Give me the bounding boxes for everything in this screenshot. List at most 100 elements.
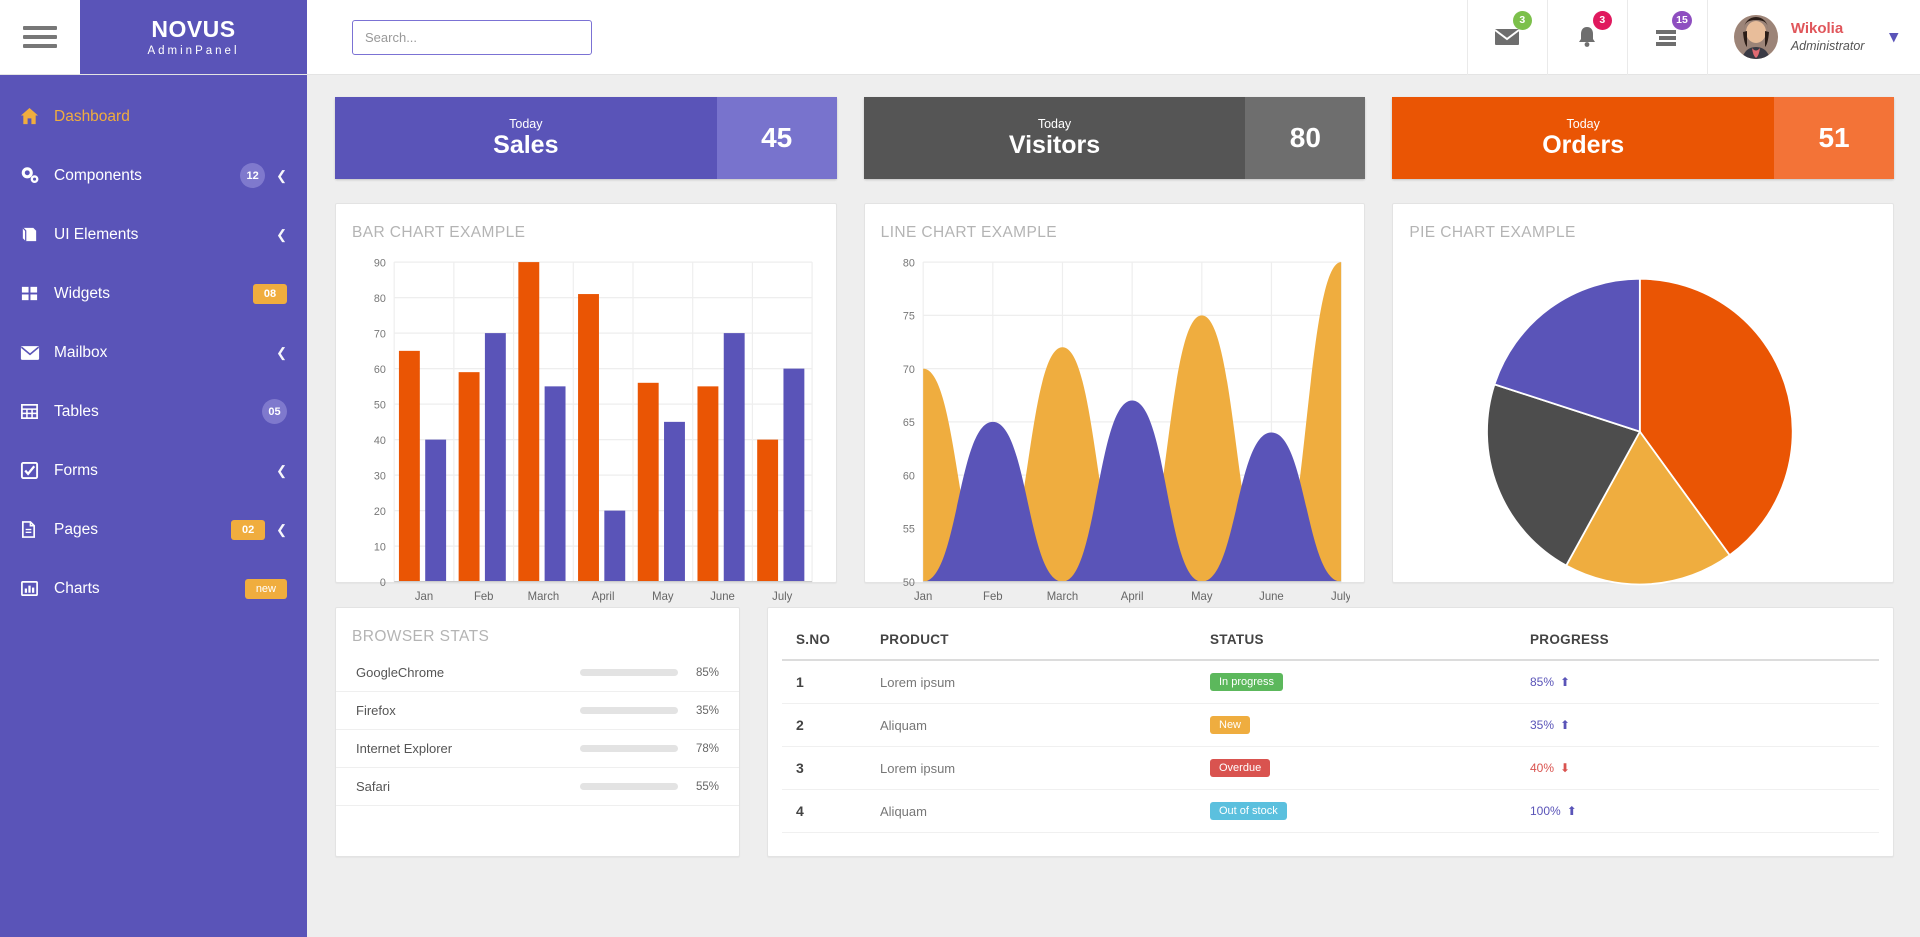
home-icon <box>20 107 54 126</box>
line-chart-title: LINE CHART EXAMPLE <box>880 224 1057 241</box>
browser-progress-bar <box>580 707 678 714</box>
row-number: 4 <box>782 789 872 833</box>
sidebar-item-mailbox[interactable]: Mailbox ❮ <box>0 323 307 382</box>
chevron-left-icon: ❮ <box>276 226 287 242</box>
svg-text:80: 80 <box>374 293 386 305</box>
browser-stat-row: Firefox 35% <box>336 692 739 730</box>
sidebar-item-widgets[interactable]: Widgets 08 <box>0 264 307 323</box>
row-status-cell: Out of stock <box>1202 789 1522 833</box>
table-icon <box>20 402 54 421</box>
svg-text:March: March <box>1046 591 1077 603</box>
svg-text:55: 55 <box>903 524 915 536</box>
chevron-left-icon: ❮ <box>276 521 287 537</box>
trend-down-icon: ⬇ <box>1560 761 1571 775</box>
chevron-left-icon: ❮ <box>276 462 287 478</box>
trend-up-icon: ⬆ <box>1560 718 1571 732</box>
sidebar-item-ui-elements[interactable]: UI Elements ❮ <box>0 205 307 264</box>
pie-chart-svg <box>1486 277 1794 586</box>
table-row[interactable]: 3 Lorem ipsum Overdue 40% ⬇ <box>782 746 1879 790</box>
browser-stat-row: Internet Explorer 78% <box>336 730 739 768</box>
row-status-cell: In progress <box>1202 660 1522 704</box>
stat-card-left: Today Sales <box>335 97 717 179</box>
stat-card-visitors[interactable]: Today Visitors 80 <box>863 97 1366 179</box>
mail-badge: 3 <box>1512 10 1532 30</box>
sidebar-badge: 08 <box>253 283 287 304</box>
notifications-badge: 3 <box>1592 10 1612 30</box>
browser-percent: 78% <box>695 742 719 755</box>
top-navbar: NOVUS AdminPanel 3 3 <box>0 0 1920 75</box>
pie-chart-title: PIE CHART EXAMPLE <box>1409 224 1576 241</box>
mail-button[interactable]: 3 <box>1466 0 1547 75</box>
brand-logo[interactable]: NOVUS AdminPanel <box>80 0 307 74</box>
stat-card-left: Today Orders <box>1392 97 1775 179</box>
row-progress-cell: 40% ⬇ <box>1522 746 1879 790</box>
tasks-icon <box>1656 30 1677 46</box>
sidebar-item-components[interactable]: Components 12 ❮ <box>0 146 307 205</box>
table-row[interactable]: 2 Aliquam New 35% ⬆ <box>782 703 1879 747</box>
stat-card-sales[interactable]: Today Sales 45 <box>335 97 837 179</box>
table-row[interactable]: 1 Lorem ipsum In progress 85% ⬆ <box>782 660 1879 704</box>
checkbox-icon <box>20 461 54 480</box>
stat-card-left: Today Visitors <box>863 97 1246 179</box>
search-input[interactable] <box>352 19 592 55</box>
products-table-card: S.NO PRODUCT STATUS PROGRESS 1 Lorem ipsum In… <box>767 607 1894 857</box>
sidebar-item-right: 12 ❮ <box>240 163 287 188</box>
sidebar-item-right: ❮ <box>265 345 287 361</box>
status-badge: Out of stock <box>1210 802 1287 820</box>
sidebar-badge: 05 <box>262 399 287 424</box>
notifications-button[interactable]: 3 <box>1546 0 1627 75</box>
cogs-icon <box>20 166 54 185</box>
sidebar-item-pages[interactable]: Pages 02 ❮ <box>0 500 307 559</box>
svg-text:July: July <box>772 591 792 603</box>
sidebar-item-label: Dashboard <box>54 107 130 125</box>
svg-text:April: April <box>592 591 615 603</box>
sidebar-item-forms[interactable]: Forms ❮ <box>0 441 307 500</box>
svg-text:50: 50 <box>903 577 915 589</box>
stat-value: 51 <box>1774 97 1895 179</box>
tasks-button[interactable]: 15 <box>1626 0 1707 75</box>
row-progress: 100% <box>1530 804 1561 818</box>
topbar-right: 3 3 15 <box>307 0 1920 75</box>
svg-text:June: June <box>1259 591 1284 603</box>
avatar <box>1733 15 1778 59</box>
sidebar-toggle-button[interactable] <box>0 0 80 74</box>
sidebar-item-charts[interactable]: Charts new <box>0 559 307 618</box>
tasks-badge: 15 <box>1672 10 1692 30</box>
browser-stats-card: BROWSER STATS GoogleChrome 85% Firefox 35% I… <box>335 607 740 857</box>
sidebar-item-label: Widgets <box>54 284 110 302</box>
sidebar-badge: 02 <box>231 519 266 540</box>
browser-name: Firefox <box>356 703 396 718</box>
row-progress-cell: 85% ⬆ <box>1522 660 1879 704</box>
table-row[interactable]: 4 Aliquam Out of stock 100% ⬆ <box>782 789 1879 833</box>
sidebar-nav: Dashboard Components 12 ❮ UI Elements ❮ Widget… <box>0 75 307 937</box>
body-row: Dashboard Components 12 ❮ UI Elements ❮ Widget… <box>0 75 1920 937</box>
svg-text:40: 40 <box>374 435 386 447</box>
sidebar-item-dashboard[interactable]: Dashboard <box>0 87 307 146</box>
svg-text:Feb: Feb <box>474 591 494 603</box>
svg-text:Jan: Jan <box>415 591 433 603</box>
sidebar-item-tables[interactable]: Tables 05 <box>0 382 307 441</box>
row-status-cell: New <box>1202 703 1522 747</box>
stat-label: Sales <box>493 131 559 160</box>
brand-title: NOVUS <box>151 15 236 42</box>
file-icon <box>20 520 54 539</box>
status-badge: Overdue <box>1210 759 1271 777</box>
stat-card-orders[interactable]: Today Orders 51 <box>1392 97 1895 179</box>
user-meta: Wikolia Administrator <box>1791 20 1865 54</box>
row-progress: 85% <box>1530 675 1555 689</box>
pie-chart-body <box>1393 250 1893 643</box>
svg-text:May: May <box>652 591 674 603</box>
row-progress-cell: 100% ⬆ <box>1522 789 1879 833</box>
svg-text:65: 65 <box>903 417 915 429</box>
user-menu-button[interactable]: Wikolia Administrator ▾ <box>1706 0 1920 75</box>
svg-text:July: July <box>1331 591 1351 603</box>
stat-cards-row: Today Sales 45 Today Visitors 80 Today Orders 51 <box>335 97 1895 179</box>
search-container <box>307 19 592 55</box>
chevron-down-icon: ▾ <box>1889 27 1898 46</box>
svg-text:60: 60 <box>903 470 915 482</box>
grid-icon <box>20 284 54 303</box>
svg-text:70: 70 <box>374 328 386 340</box>
row-product: Lorem ipsum <box>872 746 1202 790</box>
envelope-icon <box>20 345 54 361</box>
stat-period: Today <box>1037 117 1072 132</box>
